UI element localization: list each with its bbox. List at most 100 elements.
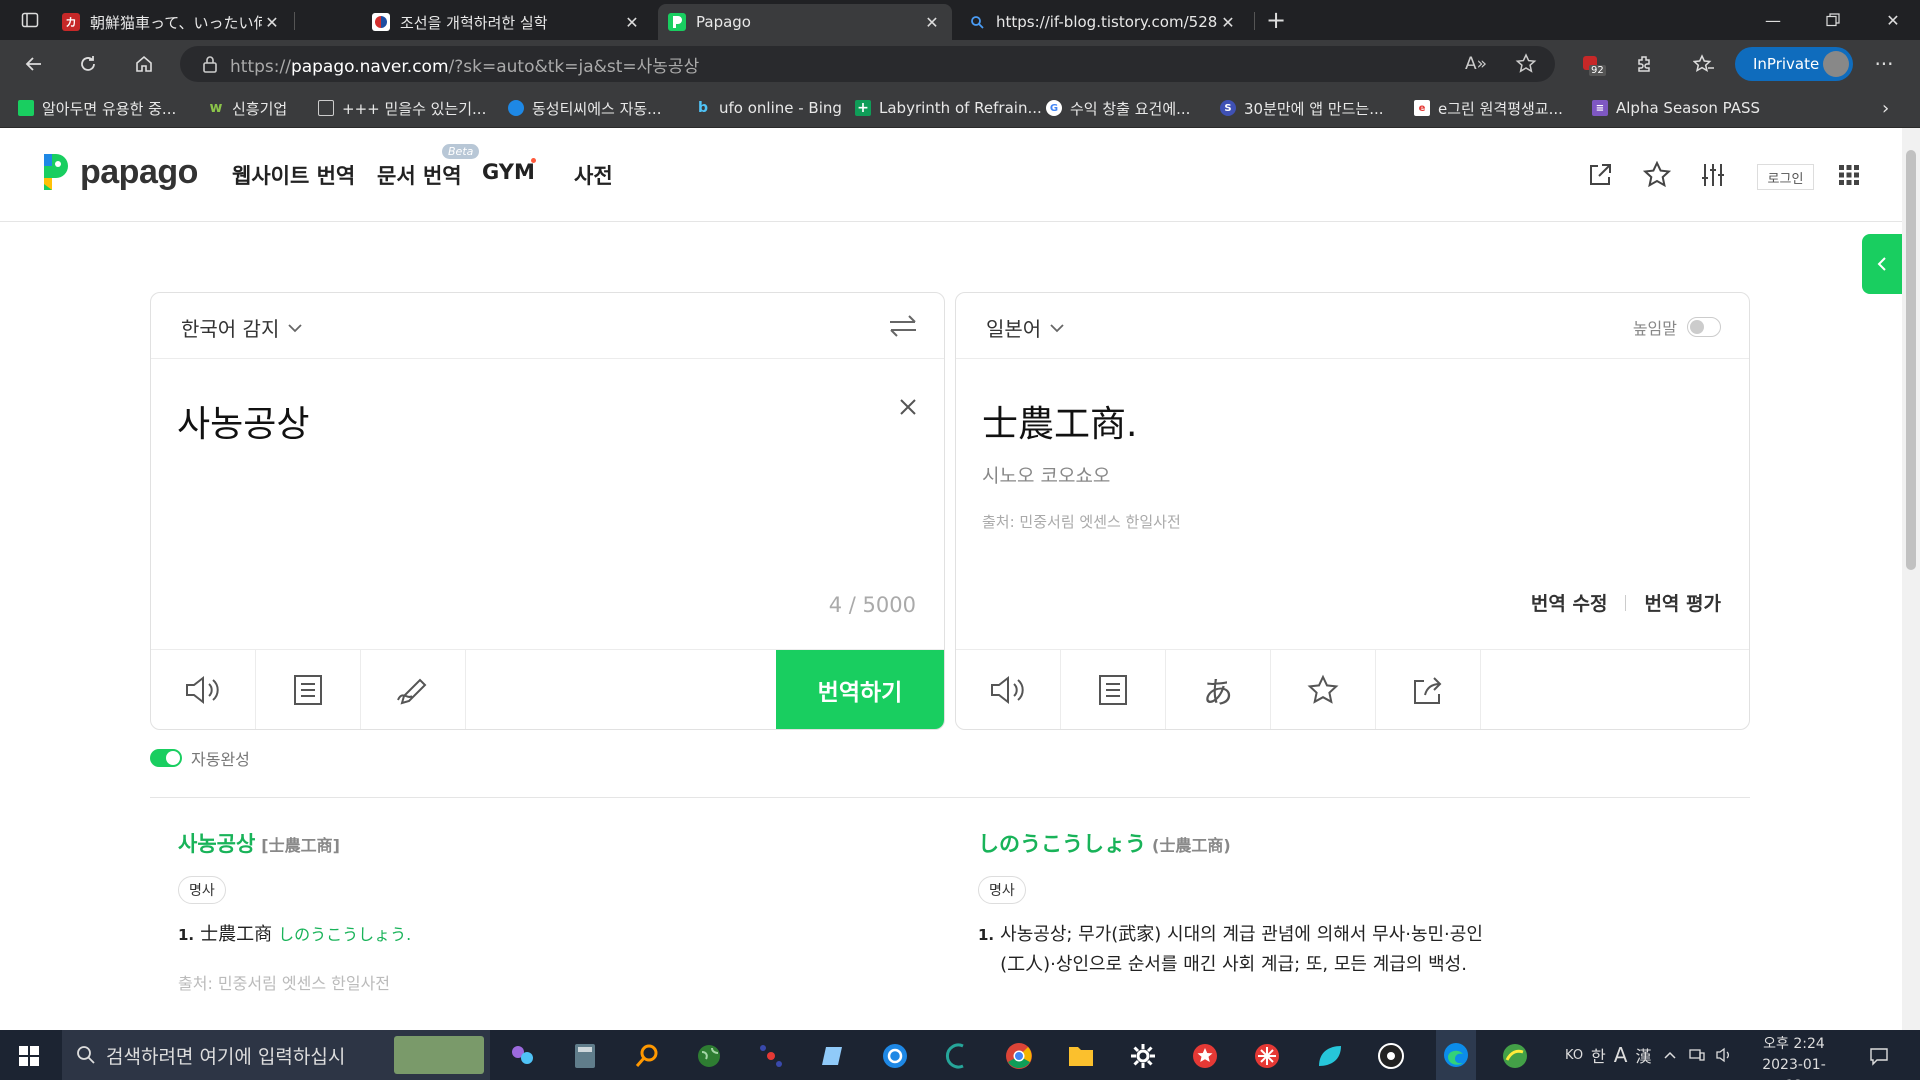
chrome-icon[interactable] — [1002, 1039, 1036, 1073]
ime-hanja[interactable]: 漢 — [1635, 1043, 1651, 1067]
bookmark-item[interactable]: G 수익 창출 요건에... — [1046, 97, 1190, 119]
close-tab-icon[interactable]: ✕ — [622, 12, 642, 32]
molecule-app-icon[interactable] — [754, 1039, 788, 1073]
magnifier-app-icon[interactable] — [630, 1039, 664, 1073]
bookmark-item[interactable]: b ufo online - Bing — [695, 97, 842, 119]
furigana-button[interactable]: あ — [1166, 650, 1271, 729]
eclipse-app-icon[interactable] — [940, 1039, 974, 1073]
settings-gear-icon[interactable] — [1126, 1039, 1160, 1073]
ime-hangul[interactable]: 한 — [1591, 1043, 1606, 1067]
source-text-input[interactable]: 사농공상 — [177, 395, 309, 447]
volume-icon[interactable] — [1715, 1047, 1733, 1063]
favorites-icon[interactable] — [1688, 48, 1720, 80]
ime-a[interactable]: A — [1614, 1043, 1628, 1067]
swap-languages-icon[interactable] — [888, 313, 918, 339]
read-aloud-icon[interactable]: A» — [1465, 54, 1487, 74]
bookmark-item[interactable]: 알아두면 유용한 중... — [18, 97, 176, 119]
nav-document-translation[interactable]: 문서 번역 — [377, 160, 462, 190]
notes-app-icon[interactable] — [816, 1039, 850, 1073]
close-window-icon[interactable]: ✕ — [1870, 0, 1916, 40]
favorites-star-icon[interactable] — [1640, 158, 1674, 192]
bookmarks-overflow-icon[interactable]: › — [1882, 97, 1889, 119]
maps-app-icon[interactable] — [1498, 1039, 1532, 1073]
tab-actions-icon[interactable] — [14, 4, 46, 36]
settings-sliders-icon[interactable] — [1696, 158, 1730, 192]
autocomplete-toggle[interactable]: 자동완성 — [150, 746, 250, 770]
taskbar-app-icon[interactable] — [506, 1039, 540, 1073]
scrollbar-thumb[interactable] — [1906, 150, 1916, 570]
refresh-icon[interactable] — [72, 48, 104, 80]
new-tab-button[interactable]: + — [1260, 4, 1292, 36]
papago-logo[interactable]: papago — [40, 152, 198, 192]
apps-grid-icon[interactable] — [1832, 158, 1866, 192]
browser-tab[interactable]: https://if-blog.tistory.com/5282 ✕ — [958, 4, 1248, 40]
address-bar[interactable]: https://papago.naver.com/?sk=auto&tk=ja&… — [180, 46, 1555, 82]
meaning-reading[interactable]: しのうこうしょう. — [278, 920, 411, 950]
obs-app-icon[interactable] — [1374, 1039, 1408, 1073]
login-button[interactable]: 로그인 — [1757, 164, 1814, 190]
bookmark-item[interactable]: e e그린 원격평생교... — [1414, 97, 1563, 119]
honorific-switch[interactable] — [1687, 317, 1721, 337]
bookmark-item[interactable]: w 신흥기업 — [208, 97, 288, 119]
handwriting-button[interactable] — [361, 650, 466, 729]
copy-translation-button[interactable] — [1061, 650, 1166, 729]
target-language-select[interactable]: 일본어 — [986, 313, 1065, 342]
listen-source-button[interactable] — [151, 650, 256, 729]
nav-dictionary[interactable]: 사전 — [574, 160, 613, 190]
close-tab-icon[interactable]: ✕ — [1218, 12, 1238, 32]
page-scrollbar[interactable] — [1902, 128, 1920, 1030]
close-tab-icon[interactable]: ✕ — [922, 12, 942, 32]
more-menu-icon[interactable]: ··· — [1868, 48, 1900, 80]
listen-target-button[interactable] — [956, 650, 1061, 729]
side-panel-toggle[interactable] — [1862, 234, 1902, 294]
edit-translation-link[interactable]: 번역 수정 — [1531, 589, 1608, 616]
dictionary-headword[interactable]: しのうこうしょう (士農工商) — [978, 828, 1678, 858]
input-language[interactable]: KO — [1565, 1048, 1583, 1063]
copy-source-button[interactable] — [256, 650, 361, 729]
extension-badge-icon[interactable]: 92 — [1575, 48, 1607, 80]
calculator-icon[interactable] — [568, 1039, 602, 1073]
globe-app-icon[interactable] — [692, 1039, 726, 1073]
browser-tab-active[interactable]: Papago ✕ — [658, 4, 952, 40]
notification-icon[interactable] — [1862, 1039, 1896, 1073]
bookmark-item[interactable]: 동성티씨에스 자동... — [508, 97, 661, 119]
browser-tab[interactable]: カ 朝鮮猫車って、いったい何なん! ✕ — [52, 4, 292, 40]
browser-tab[interactable]: 조선을 개혁하려한 실학 ✕ — [362, 4, 652, 40]
chevron-up-icon[interactable] — [1663, 1050, 1677, 1060]
restore-icon[interactable] — [1810, 0, 1856, 40]
source-language-select[interactable]: 한국어 감지 — [181, 313, 303, 342]
open-external-icon[interactable] — [1583, 158, 1617, 192]
system-clock[interactable]: 오후 2:24 2023-01-12 — [1754, 1034, 1834, 1080]
bookmark-item[interactable]: +++ 믿을수 있는기... — [318, 97, 486, 119]
leaf-app-icon[interactable] — [1312, 1039, 1346, 1073]
nav-website-translation[interactable]: 웹사이트 번역 — [232, 160, 355, 190]
close-tab-icon[interactable]: ✕ — [262, 12, 282, 32]
dictionary-headword[interactable]: 사농공상 [士農工商] — [178, 828, 878, 858]
home-icon[interactable] — [128, 48, 160, 80]
translate-button[interactable]: 번역하기 — [776, 650, 944, 729]
snowflake-app-icon[interactable] — [1250, 1039, 1284, 1073]
lock-icon[interactable] — [202, 55, 218, 73]
file-explorer-icon[interactable] — [1064, 1039, 1098, 1073]
inprivate-button[interactable]: InPrivate — [1735, 47, 1853, 81]
nav-gym[interactable]: GYM — [482, 160, 535, 184]
display-icon[interactable] — [1689, 1047, 1706, 1063]
bookmark-item[interactable]: + Labyrinth of Refrain... — [855, 97, 1042, 119]
windows-start-icon[interactable] — [12, 1039, 46, 1073]
star-app-icon[interactable] — [1188, 1039, 1222, 1073]
bookmark-item[interactable]: ≡ Alpha Season PASS — [1592, 97, 1760, 119]
refresh-app-icon[interactable] — [878, 1039, 912, 1073]
edge-icon[interactable] — [1436, 1030, 1476, 1080]
add-favorite-icon[interactable] — [1515, 53, 1537, 75]
back-icon[interactable] — [18, 48, 50, 80]
taskbar-search-box[interactable]: 검색하려면 여기에 입력하십시 — [62, 1030, 490, 1080]
share-button[interactable] — [1376, 650, 1481, 729]
rate-translation-link[interactable]: 번역 평가 — [1644, 589, 1721, 616]
minimize-icon[interactable]: — — [1750, 0, 1796, 40]
favorite-translation-button[interactable] — [1271, 650, 1376, 729]
clear-text-icon[interactable] — [898, 397, 918, 417]
bookmark-item[interactable]: S 30분만에 앱 만드는... — [1220, 97, 1384, 119]
autocomplete-switch[interactable] — [150, 749, 182, 767]
extensions-icon[interactable] — [1628, 48, 1660, 80]
honorific-toggle[interactable]: 높임말 — [1633, 315, 1721, 339]
